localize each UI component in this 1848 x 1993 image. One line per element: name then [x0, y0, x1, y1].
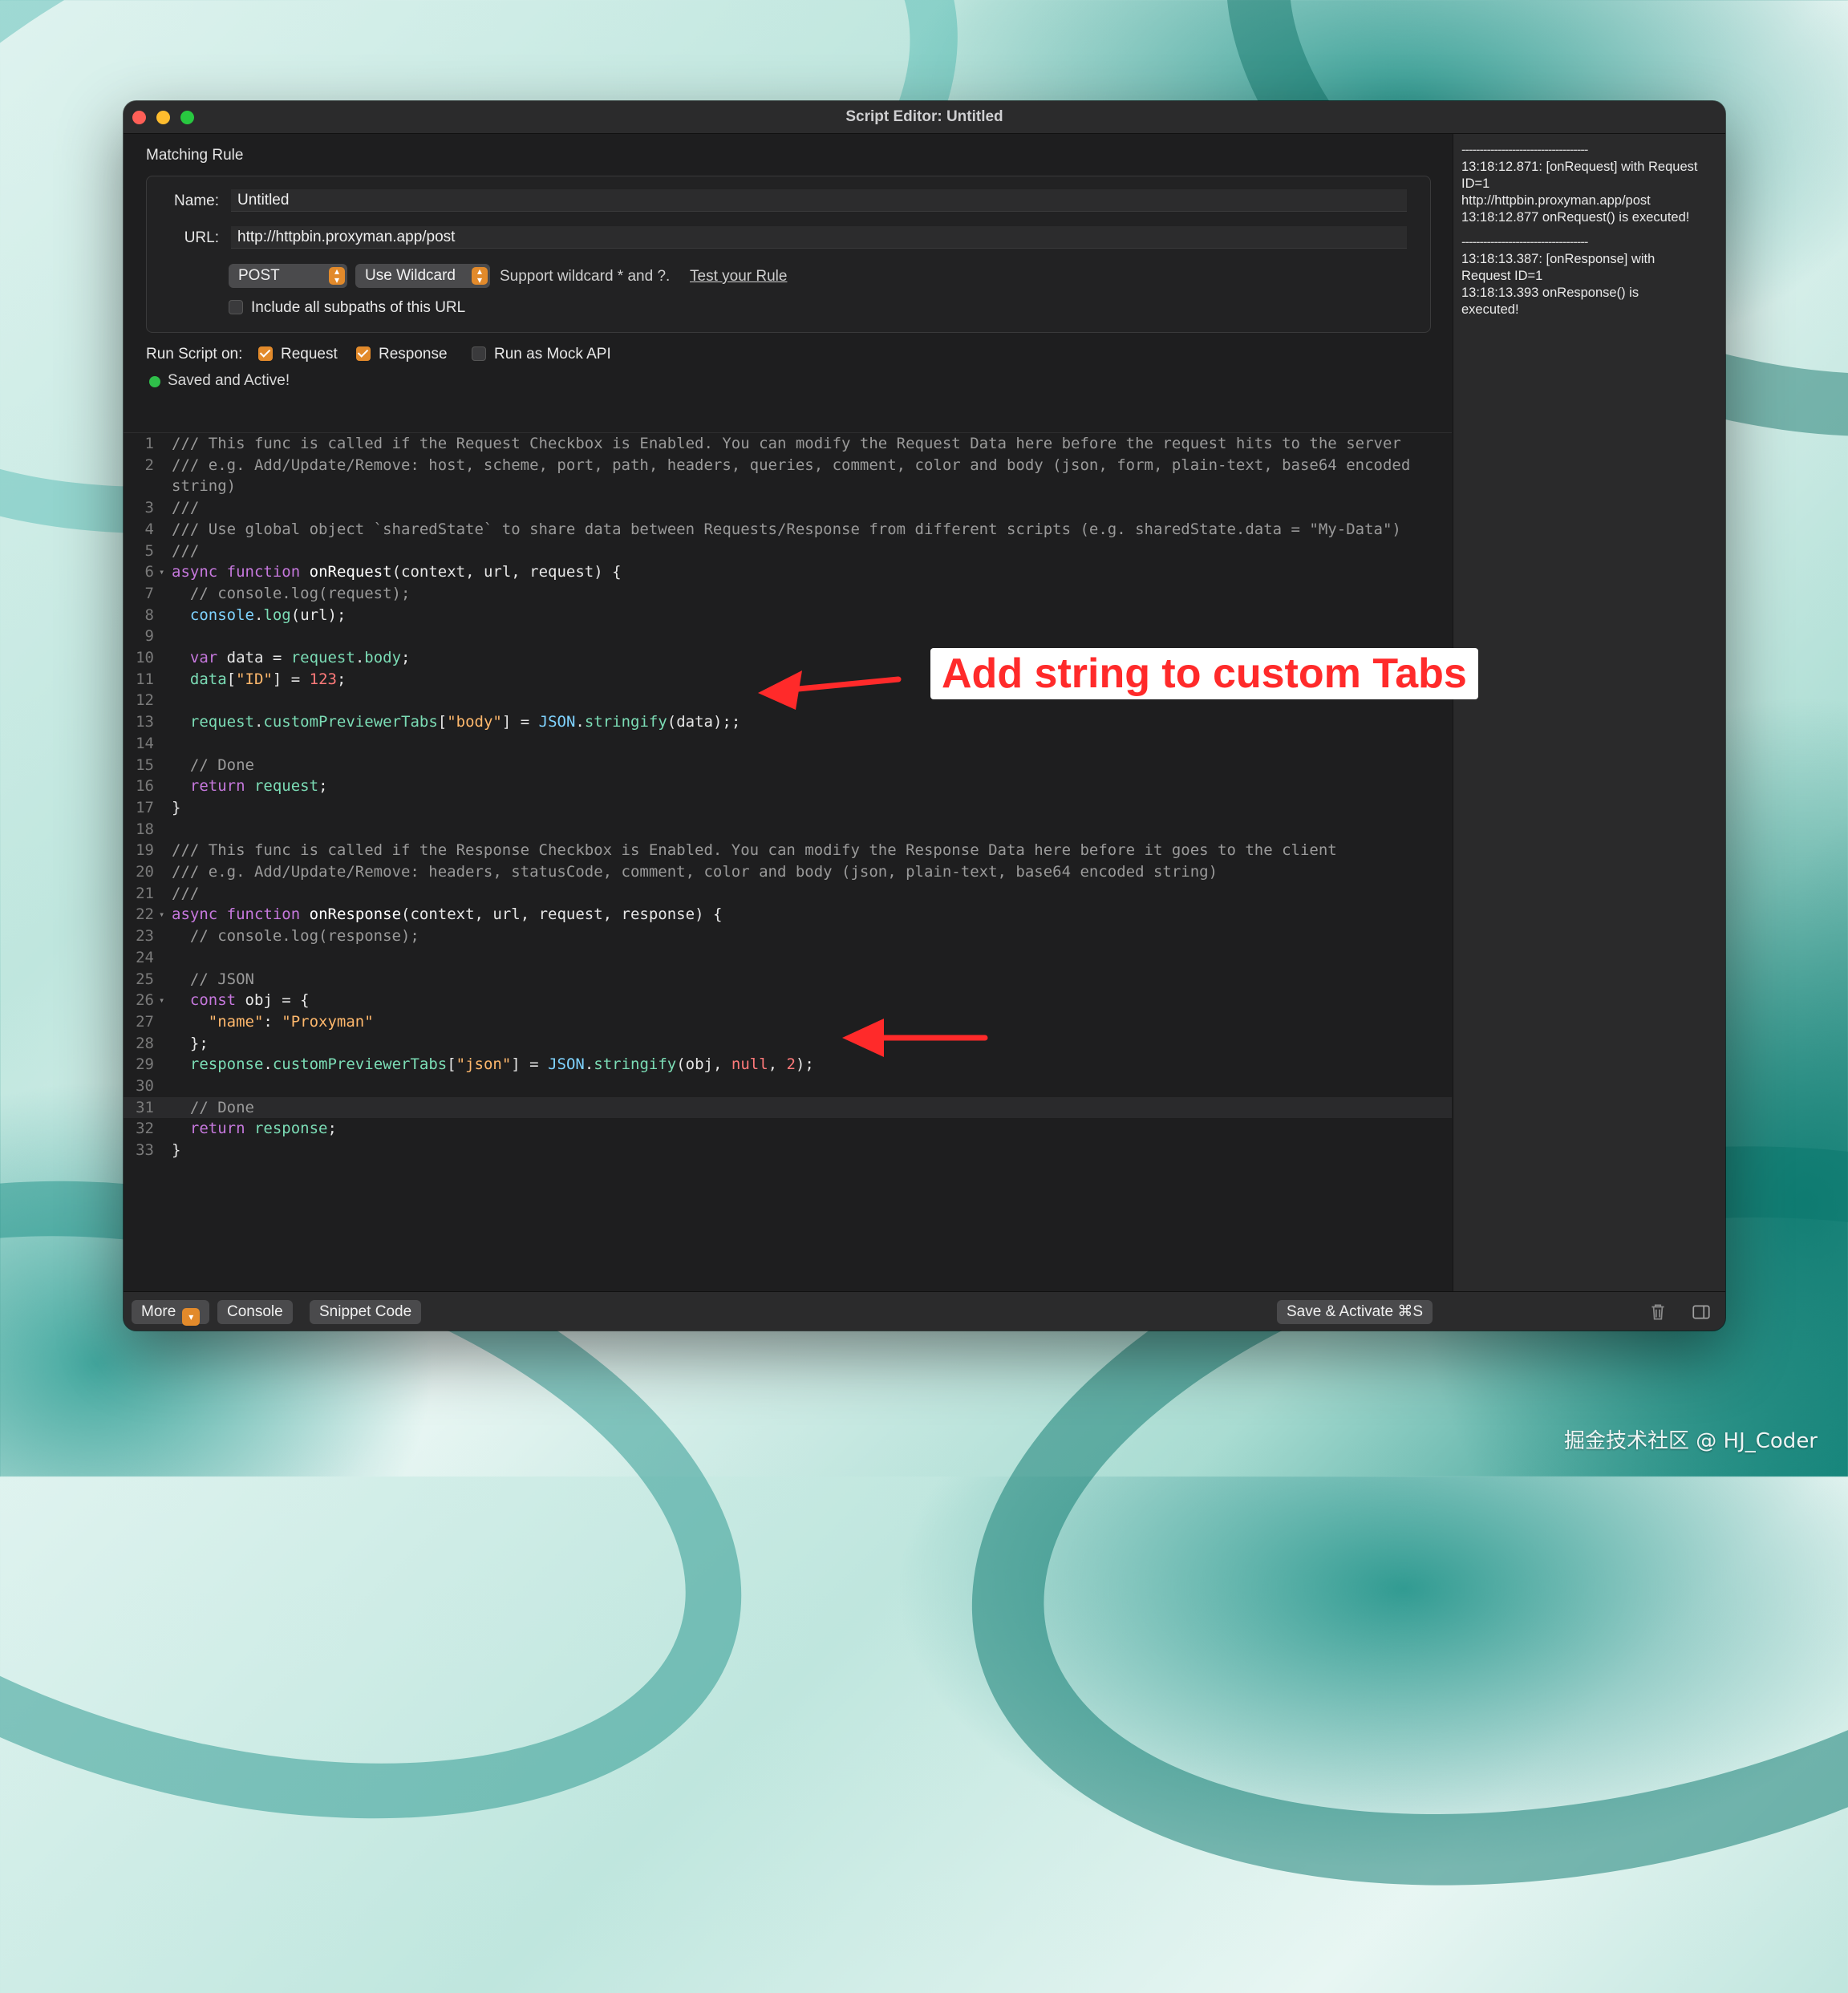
code-line: 29 response.customPreviewerTabs["json"] … [136, 1055, 814, 1074]
log-separator: ----------------------------------- [1461, 143, 1588, 157]
name-label: Name: [174, 192, 219, 209]
console-button[interactable]: Console [217, 1300, 293, 1324]
code-line: 5/// [144, 541, 200, 560]
window-title: Script Editor: Untitled [845, 108, 1003, 125]
request-checkbox-label: Request [281, 346, 338, 363]
matching-rule-label: Matching Rule [146, 147, 244, 164]
log-line: 13:18:12.871: [onRequest] with Request [1461, 160, 1698, 174]
request-checkbox[interactable] [258, 346, 273, 361]
include-subpaths-checkbox[interactable] [229, 300, 243, 314]
fold-chevron-icon: ▾ [159, 994, 165, 1007]
code-line: 33} [136, 1141, 181, 1160]
code-line: 21/// [136, 884, 200, 902]
log-line: 13:18:13.393 onResponse() is [1461, 286, 1639, 300]
code-line: 7 // console.log(request); [144, 584, 411, 602]
code-line: 3/// [144, 499, 200, 517]
code-line-active: 31 // Done [124, 1096, 1452, 1119]
code-line: 1/// This func is called if the Request … [144, 435, 1401, 452]
log-line: 13:18:13.387: [onResponse] with [1461, 252, 1656, 266]
code-line: 26 ▾ const obj = { [124, 990, 1452, 1011]
fold-chevron-icon: ▾ [159, 566, 165, 578]
title-bar: Script Editor: Untitled [124, 101, 1725, 134]
log-line: Request ID=1 [1461, 269, 1543, 283]
url-input[interactable]: http://httpbin.proxyman.app/post [231, 226, 1407, 249]
wildcard-hint: Support wildcard * and ?. [500, 268, 671, 285]
code-line: 23 // console.log(response); [136, 927, 419, 946]
save-activate-button[interactable]: Save & Activate ⌘S [1277, 1300, 1433, 1324]
log-line: http://httpbin.proxyman.app/post [1461, 193, 1651, 208]
method-popup[interactable]: POST ▴ ▾ [229, 264, 347, 288]
matching-rule-box: Name: Untitled URL: http://httpbin.proxy… [146, 176, 1431, 333]
code-line: 17} [136, 798, 181, 816]
stepper-icon: ▴ ▾ [329, 266, 345, 285]
mock-api-label: Run as Mock API [494, 346, 611, 363]
chevron-down-icon: ▾ [182, 1308, 201, 1326]
status-indicator [149, 376, 160, 387]
code-line: 24 [136, 948, 154, 966]
method-value: POST [238, 267, 280, 284]
match-mode-popup[interactable]: Use Wildcard ▴ ▾ [355, 264, 490, 288]
annotation-callout: Add string to custom Tabs [930, 648, 1478, 699]
code-line: 22 ▾ async function onResponse(context, ur… [124, 904, 1452, 926]
code-line: 9 [144, 627, 154, 646]
name-input[interactable]: Untitled [231, 189, 1407, 212]
code-line: 30 [136, 1077, 154, 1095]
mock-api-checkbox[interactable] [472, 346, 486, 361]
log-separator: ----------------------------------- [1461, 235, 1588, 249]
code-line: 27 "name": "Proxyman" [136, 1012, 374, 1031]
log-line: ID=1 [1461, 176, 1490, 191]
script-editor-window: Script Editor: Untitled Matching Rule Na… [124, 101, 1725, 1331]
code-line: 15 // Done [136, 755, 254, 774]
console-log-pane: ----------------------------------- 13:1… [1453, 134, 1725, 1291]
save-activate-label: Save & Activate ⌘S [1287, 1303, 1424, 1320]
code-line: 16 return request; [136, 777, 328, 796]
code-line: string) [172, 477, 237, 496]
snippet-code-button[interactable]: Snippet Code [310, 1300, 422, 1324]
run-script-on-label: Run Script on: [146, 346, 243, 363]
include-subpaths-label: Include all subpaths of this URL [251, 299, 466, 316]
more-label: More [141, 1303, 176, 1320]
code-line: 6 ▾ async function onRequest(context, url,… [124, 561, 1452, 583]
code-editor[interactable]: 1/// This func is called if the Request … [124, 432, 1452, 1243]
snippet-code-label: Snippet Code [319, 1303, 412, 1320]
bottom-toolbar: More ▾ Console Snippet Code Save & Activa… [124, 1291, 1725, 1331]
url-label: URL: [184, 229, 219, 246]
fold-chevron-icon: ▾ [159, 909, 165, 921]
code-line: 14 [136, 734, 154, 752]
code-line: 32 return response; [136, 1120, 337, 1138]
code-line: 8 console.log(url); [144, 606, 346, 624]
stepper-icon: ▴ ▾ [472, 266, 488, 285]
watermark: 掘金技术社区 @ HJ_Coder [1564, 1429, 1818, 1453]
code-line: 2/// e.g. Add/Update/Remove: host, schem… [144, 456, 1411, 474]
code-line: 28 }; [136, 1034, 209, 1052]
code-line: 4/// Use global object `sharedState` to … [144, 520, 1401, 538]
more-button[interactable]: More ▾ [132, 1300, 210, 1326]
editor-main-pane: Matching Rule Name: Untitled URL: http:/… [124, 134, 1452, 1291]
sidebar-toggle-icon[interactable] [1691, 1302, 1712, 1323]
code-line: 19/// This func is called if the Respons… [136, 841, 1337, 860]
response-checkbox[interactable] [356, 346, 371, 361]
console-label: Console [227, 1303, 283, 1320]
test-rule-link[interactable]: Test your Rule [690, 268, 787, 286]
log-line: executed! [1461, 302, 1519, 317]
code-line: 20/// e.g. Add/Update/Remove: headers, s… [136, 863, 1218, 881]
trash-icon[interactable] [1647, 1302, 1668, 1323]
code-line: 25 // JSON [136, 970, 254, 988]
match-mode-value: Use Wildcard [365, 267, 456, 284]
code-line: 18 [136, 820, 154, 838]
log-line: 13:18:12.877 onRequest() is executed! [1461, 210, 1690, 225]
status-text: Saved and Active! [168, 372, 290, 389]
code-line: 13 request.customPreviewerTabs["body"] =… [136, 713, 741, 731]
response-checkbox-label: Response [379, 346, 448, 363]
